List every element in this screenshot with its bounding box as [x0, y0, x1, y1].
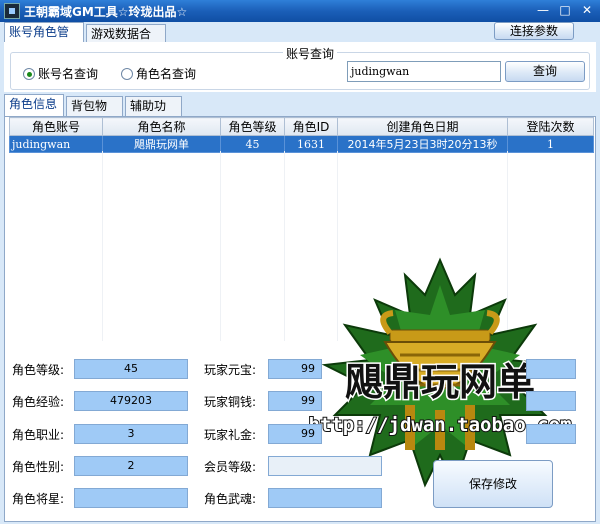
- cell-login-count: 1: [507, 135, 594, 153]
- vip-field[interactable]: [268, 456, 382, 476]
- copper-label: 玩家铜钱:: [204, 395, 257, 409]
- radio-role-query[interactable]: 角色名查询: [121, 65, 196, 82]
- app-icon: [4, 3, 20, 19]
- exp-label: 角色经验:: [12, 395, 65, 409]
- cell-role-name: 飓鼎玩网单: [102, 135, 221, 153]
- radio-selected-icon: [23, 67, 35, 80]
- tab-merge-data[interactable]: 游戏数据合区: [86, 24, 166, 59]
- cell-level: 45: [220, 135, 285, 153]
- copper-field[interactable]: 99: [268, 391, 322, 411]
- tab-account-role[interactable]: 账号角色管理: [4, 22, 84, 57]
- gold-field[interactable]: 99: [268, 359, 322, 379]
- vip-label: 会员等级:: [204, 460, 257, 474]
- save-changes-button[interactable]: 保存修改: [433, 460, 553, 508]
- gold-label: 玩家元宝:: [204, 363, 257, 377]
- group-title: 账号查询: [283, 45, 338, 62]
- tab-aux-functions[interactable]: 辅助功能: [125, 96, 182, 131]
- table-row[interactable]: judingwan 飓鼎玩网单 45 1631 2014年5月23日3时20分1…: [9, 135, 594, 153]
- job-field[interactable]: 3: [74, 424, 188, 444]
- table-header-row: 角色账号 角色名称 角色等级 角色ID 创建角色日期 登陆次数: [9, 117, 594, 136]
- account-query-panel: 账号查询 账号名查询 角色名查询 judingwan 查询: [4, 42, 596, 92]
- tab-role-info[interactable]: 角色信息: [4, 94, 64, 116]
- extra-field-3[interactable]: [526, 424, 576, 444]
- minimize-button[interactable]: —: [534, 2, 552, 20]
- maximize-button[interactable]: □: [556, 2, 574, 20]
- account-name-input[interactable]: judingwan: [347, 61, 501, 82]
- window-title: 王朝霸域GM工具☆玲珑出品☆: [24, 5, 188, 19]
- radio-unselected-icon: [121, 67, 133, 80]
- general-star-label: 角色将星:: [12, 492, 65, 506]
- tab-bag-items[interactable]: 背包物品: [66, 96, 123, 131]
- col-header[interactable]: 角色等级: [220, 117, 285, 136]
- account-query-group: 账号查询 账号名查询 角色名查询 judingwan 查询: [10, 45, 590, 90]
- radio-account-query[interactable]: 账号名查询: [23, 65, 98, 82]
- query-button[interactable]: 查询: [505, 61, 585, 82]
- close-button[interactable]: ✕: [578, 2, 596, 20]
- col-header[interactable]: 登陆次数: [507, 117, 594, 136]
- watermark-text: 飓鼎玩网单: [345, 360, 535, 404]
- col-header[interactable]: 角色ID: [284, 117, 338, 136]
- general-star-field[interactable]: [74, 488, 188, 508]
- col-header[interactable]: 角色账号: [9, 117, 103, 136]
- level-field[interactable]: 45: [74, 359, 188, 379]
- cell-create-date: 2014年5月23日3时20分13秒: [337, 135, 508, 153]
- col-header[interactable]: 创建角色日期: [337, 117, 508, 136]
- gift-field[interactable]: 99: [268, 424, 322, 444]
- tab-label: 角色信息: [9, 97, 58, 111]
- role-table: 角色账号 角色名称 角色等级 角色ID 创建角色日期 登陆次数 judingwa…: [9, 117, 594, 153]
- extra-field-1[interactable]: [526, 359, 576, 379]
- job-label: 角色职业:: [12, 428, 65, 442]
- cell-role-id: 1631: [284, 135, 338, 153]
- extra-field-2[interactable]: [526, 391, 576, 411]
- level-label: 角色等级:: [12, 363, 65, 377]
- radio-label: 账号名查询: [38, 67, 99, 81]
- connect-params-button[interactable]: 连接参数: [494, 22, 574, 40]
- radio-label: 角色名查询: [136, 67, 197, 81]
- gender-field[interactable]: 2: [74, 456, 188, 476]
- gender-label: 角色性别:: [12, 460, 65, 474]
- soul-field[interactable]: [268, 488, 382, 508]
- exp-field[interactable]: 479203: [74, 391, 188, 411]
- gift-label: 玩家礼金:: [204, 428, 257, 442]
- cell-account: judingwan: [9, 135, 103, 153]
- col-header[interactable]: 角色名称: [102, 117, 221, 136]
- title-bar: 王朝霸域GM工具☆玲珑出品☆ — □ ✕: [0, 0, 600, 22]
- soul-label: 角色武魂:: [204, 492, 257, 506]
